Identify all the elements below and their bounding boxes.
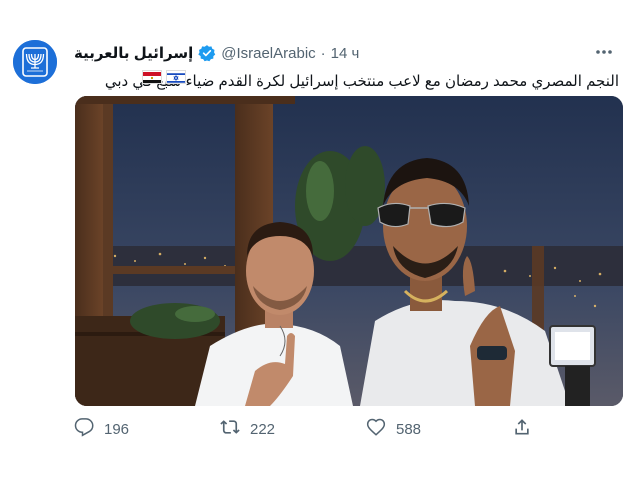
israel-flag-icon bbox=[166, 70, 186, 84]
timestamp[interactable]: 14 ч bbox=[331, 45, 360, 62]
photo-two-men-rooftop bbox=[75, 96, 623, 406]
like-count: 588 bbox=[396, 420, 422, 438]
retweet-button[interactable]: 222 bbox=[220, 414, 275, 444]
share-icon bbox=[512, 417, 532, 441]
tweet-header: إسرائيل بالعربية @IsraelArabic · 14 ч bbox=[74, 42, 359, 64]
separator-dot: · bbox=[320, 44, 326, 62]
heart-icon bbox=[366, 417, 386, 441]
more-dots-icon[interactable] bbox=[594, 42, 614, 65]
reply-count: 196 bbox=[104, 420, 130, 438]
reply-button[interactable]: 196 bbox=[74, 414, 129, 444]
avatar[interactable] bbox=[13, 40, 57, 84]
display-name[interactable]: إسرائيل بالعربية bbox=[74, 44, 193, 62]
reply-icon bbox=[74, 417, 94, 441]
handle[interactable]: @IsraelArabic bbox=[221, 45, 315, 62]
menorah-emblem-icon bbox=[13, 40, 57, 84]
verified-badge-icon bbox=[198, 44, 216, 62]
retweet-count: 222 bbox=[250, 420, 276, 438]
egypt-flag-icon bbox=[142, 70, 162, 84]
retweet-icon bbox=[220, 417, 240, 441]
flags bbox=[142, 70, 186, 84]
tweet-actions: 196 222 588 bbox=[74, 414, 544, 444]
tweet-card[interactable]: إسرائيل بالعربية @IsraelArabic · 14 ч ال… bbox=[0, 0, 640, 480]
tweet-photo[interactable] bbox=[75, 96, 623, 406]
like-button[interactable]: 588 bbox=[366, 414, 421, 444]
share-button[interactable] bbox=[512, 414, 532, 444]
